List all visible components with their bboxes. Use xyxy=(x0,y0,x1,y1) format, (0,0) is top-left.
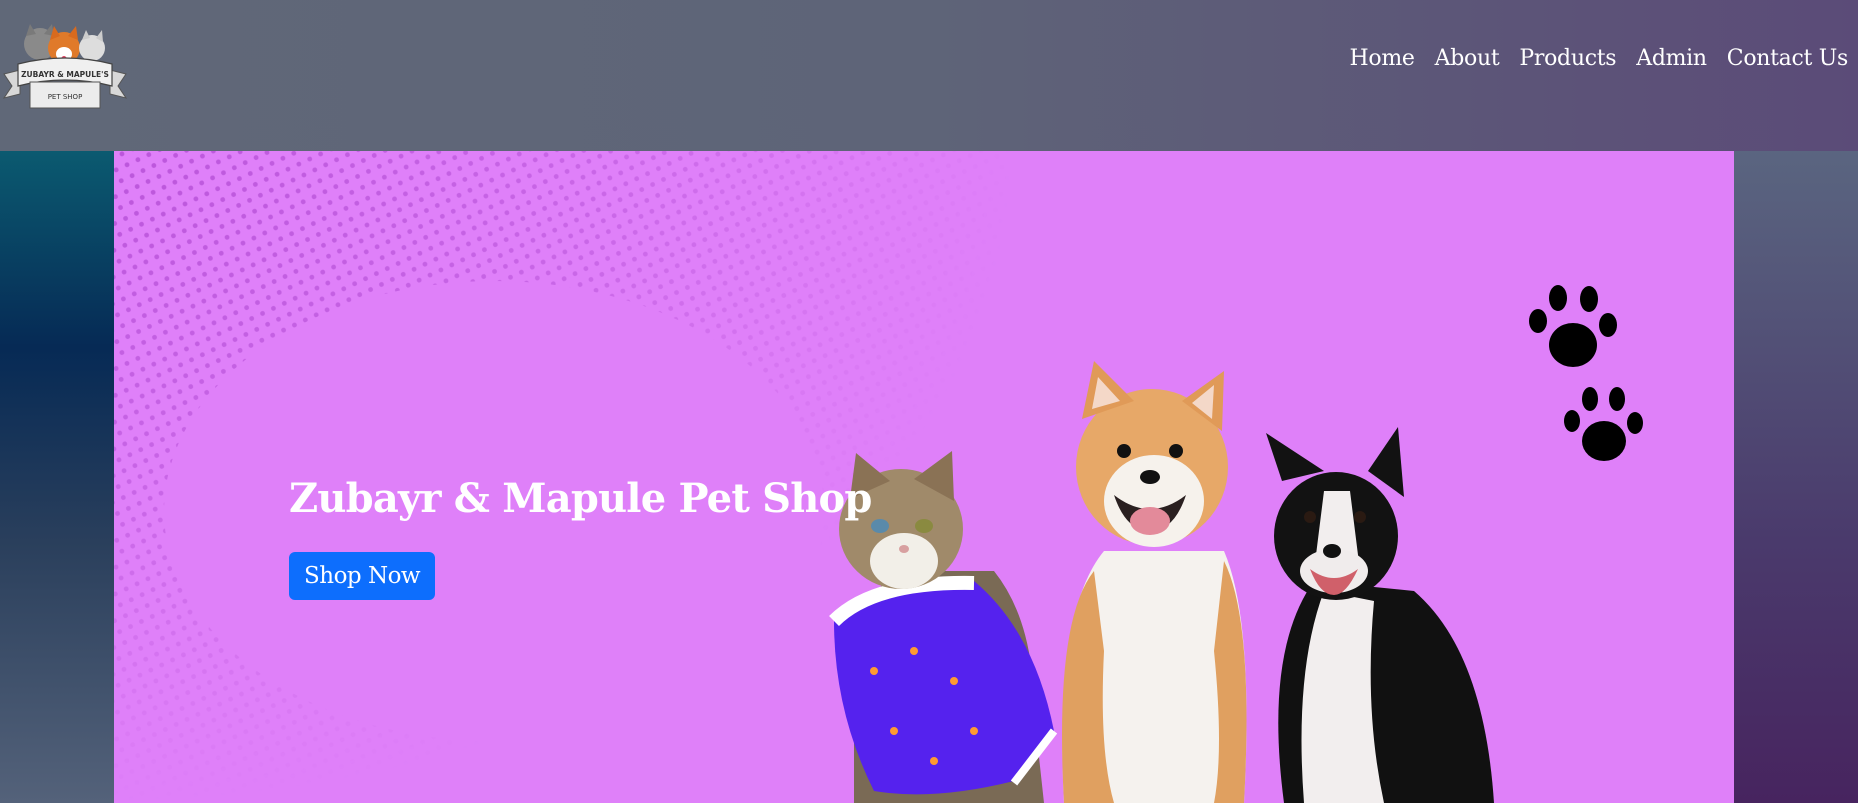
paw-print-icon xyxy=(1564,387,1643,461)
nav-admin[interactable]: Admin xyxy=(1626,44,1717,74)
nav-products[interactable]: Products xyxy=(1509,44,1626,74)
nav-home[interactable]: Home xyxy=(1340,44,1425,74)
shiba-dog-image xyxy=(1062,361,1247,803)
border-collie-dog-image xyxy=(1266,427,1494,803)
site-header: ZUBAYR & MAPULE'S PET SHOP Home About Pr… xyxy=(0,0,1858,151)
nav-about[interactable]: About xyxy=(1425,44,1510,74)
logo-subtext: PET SHOP xyxy=(48,93,83,101)
shop-now-button[interactable]: Shop Now xyxy=(289,552,436,600)
hero-title: Zubayr & Mapule Pet Shop xyxy=(289,475,872,522)
logo-text: ZUBAYR & MAPULE'S xyxy=(21,70,109,79)
shop-logo[interactable]: ZUBAYR & MAPULE'S PET SHOP xyxy=(0,22,130,114)
left-side-panel xyxy=(0,151,114,803)
main-nav: Home About Products Admin Contact Us xyxy=(1340,44,1858,74)
hero-banner: Zubayr & Mapule Pet Shop Shop Now xyxy=(114,151,1734,803)
right-side-panel xyxy=(1734,151,1858,803)
paw-print-icon xyxy=(1529,285,1617,367)
nav-contact-us[interactable]: Contact Us xyxy=(1717,44,1858,74)
